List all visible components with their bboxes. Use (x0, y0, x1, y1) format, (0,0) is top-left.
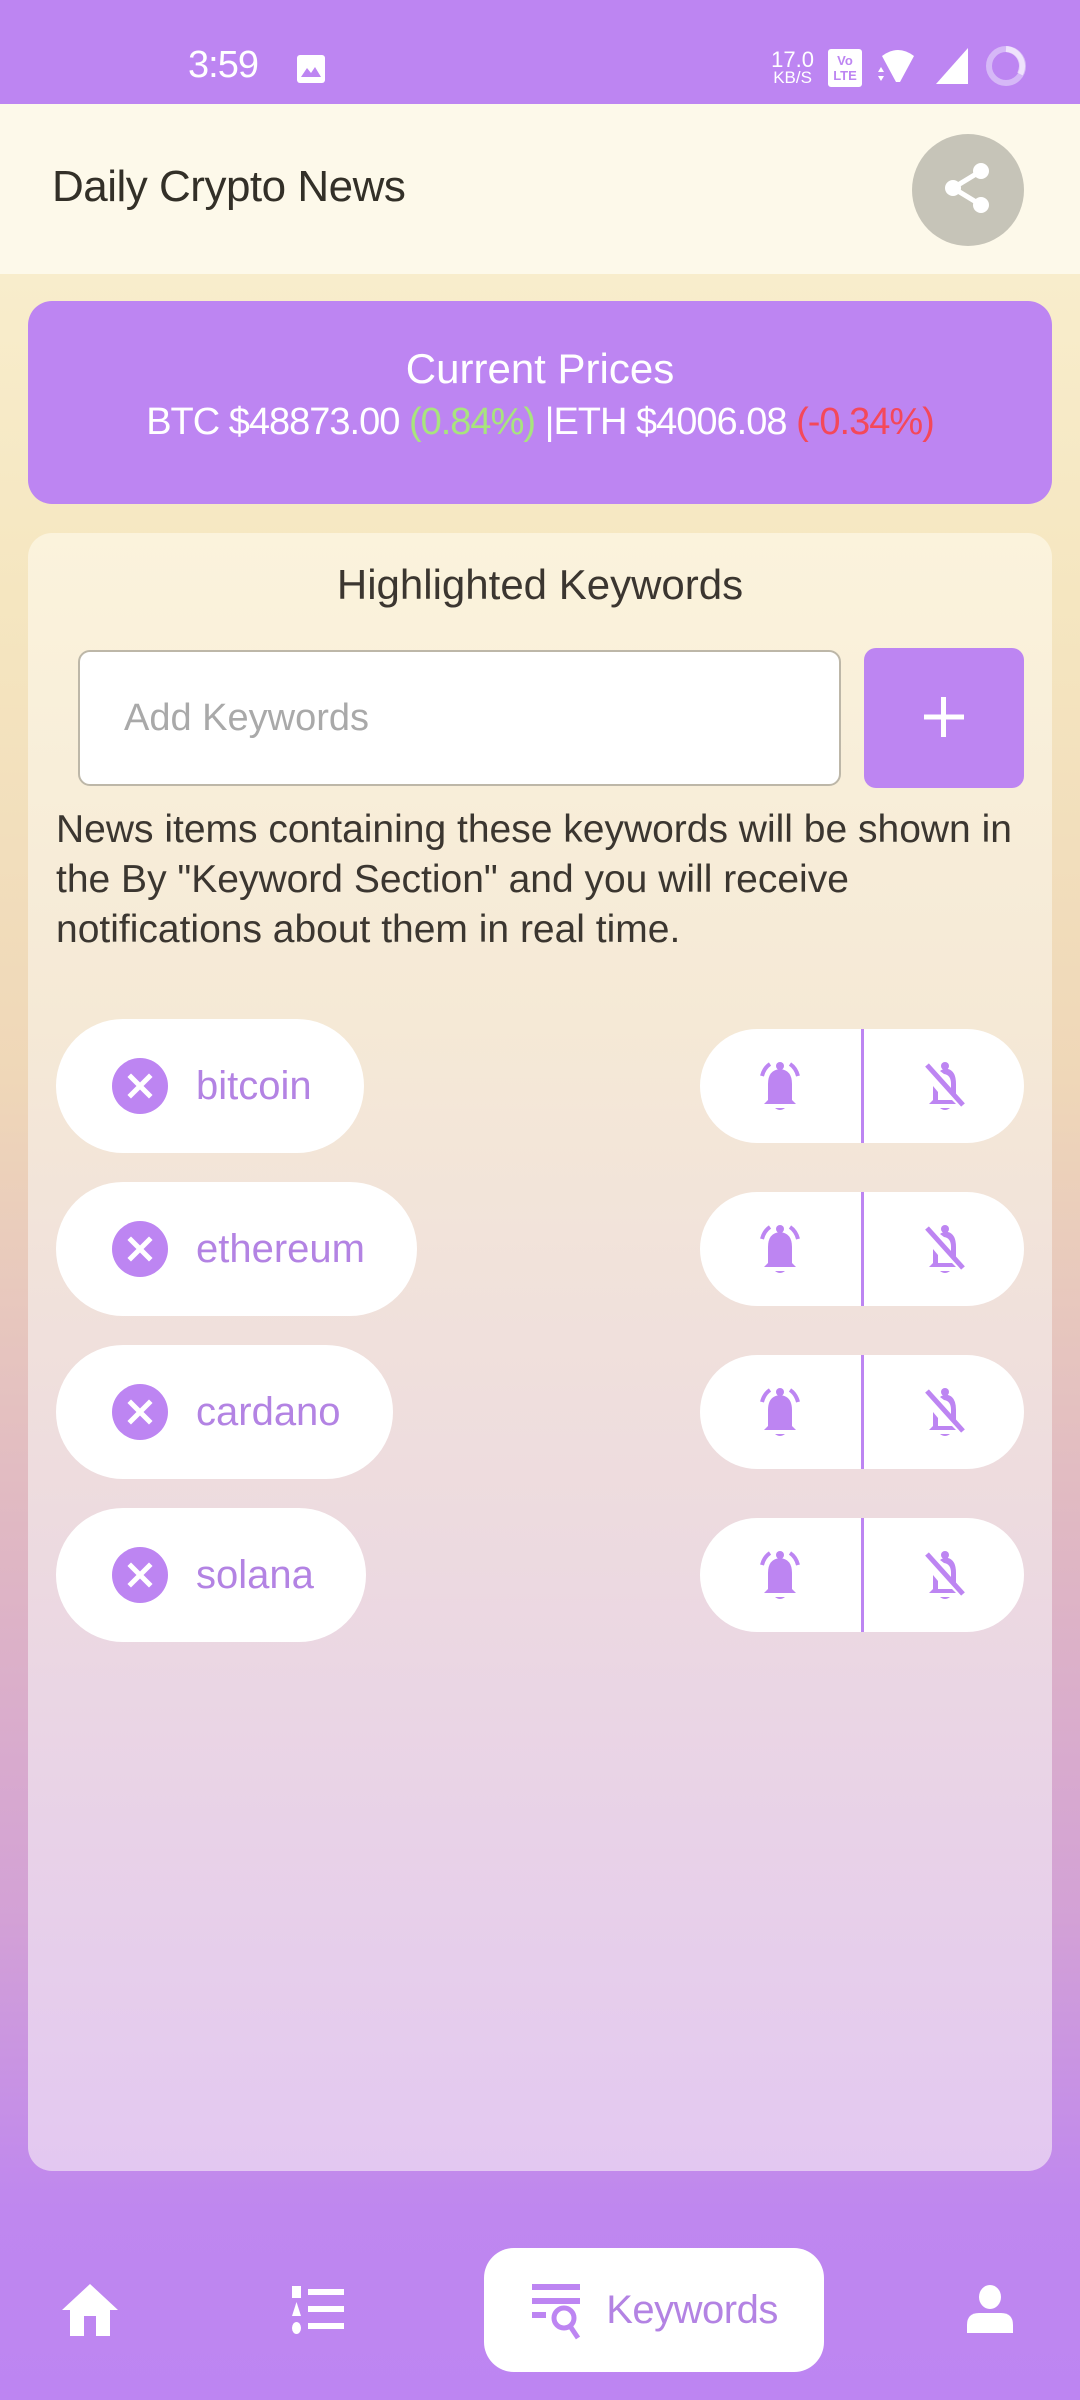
person-icon (967, 2285, 1013, 2333)
eth-change: (-0.34%) (796, 401, 935, 443)
bell-ringing-icon (760, 1388, 801, 1436)
app-header: Daily Crypto News (0, 104, 1080, 274)
btc-price: $48873.00 (228, 401, 401, 443)
notifications-off-button[interactable] (864, 1029, 1025, 1143)
btc-change: (0.84%) (408, 401, 536, 443)
bell-ringing-icon (760, 1225, 801, 1273)
notifications-on-button[interactable] (700, 1192, 861, 1306)
bell-off-icon (924, 1062, 965, 1110)
notifications-off-button[interactable] (864, 1518, 1025, 1632)
net-speed: 17.0 KB/S (771, 47, 814, 87)
volte-icon: Vo LTE (828, 49, 862, 87)
keyword-row-cardano: cardano (56, 1345, 1024, 1479)
nav-profile[interactable] (940, 2248, 1040, 2372)
close-icon (127, 1562, 153, 1588)
nav-home[interactable] (40, 2248, 140, 2372)
keywords-title: Highlighted Keywords (336, 561, 744, 608)
notification-toggle-group (700, 1518, 1024, 1632)
keyword-label: cardano (196, 1389, 341, 1434)
remove-keyword-button[interactable] (112, 1221, 168, 1277)
close-icon (127, 1399, 153, 1425)
add-keyword-input[interactable] (78, 650, 841, 786)
notifications-off-button[interactable] (864, 1192, 1025, 1306)
notification-toggle-group (700, 1192, 1024, 1306)
keyword-label: bitcoin (196, 1063, 312, 1108)
list-icon (292, 2286, 344, 2334)
notification-toggle-group (700, 1355, 1024, 1469)
net-speed-value: 17.0 (771, 47, 814, 72)
add-keyword-button[interactable] (864, 648, 1024, 788)
bell-ringing-icon (760, 1062, 801, 1110)
nav-keywords-label: Keywords (606, 2287, 778, 2332)
notifications-on-button[interactable] (700, 1518, 861, 1632)
btc-symbol: BTC (146, 401, 220, 443)
notifications-on-button[interactable] (700, 1029, 861, 1143)
status-icons: 17.0 KB/S Vo LTE (771, 44, 1028, 93)
prices-line: BTC $48873.00 (0.84%) |ETH $4006.08 (-0.… (28, 401, 1052, 444)
plus-icon (922, 695, 966, 742)
bell-off-icon (924, 1551, 965, 1599)
nav-list[interactable] (268, 2248, 368, 2372)
current-prices-card: Current Prices BTC $48873.00 (0.84%) |ET… (28, 301, 1052, 504)
notifications-off-button[interactable] (864, 1355, 1025, 1469)
prices-title: Current Prices (405, 345, 675, 392)
cell-signal-icon (934, 46, 970, 91)
close-icon (127, 1073, 153, 1099)
image-notification-icon (296, 54, 326, 84)
keyword-row-bitcoin: bitcoin (56, 1019, 1024, 1153)
bell-off-icon (924, 1388, 965, 1436)
eth-symbol: ETH (553, 401, 627, 443)
keyword-search-icon (532, 2284, 581, 2340)
share-button[interactable] (912, 134, 1024, 246)
eth-price: $4006.08 (636, 401, 787, 443)
net-speed-unit: KB/S (773, 68, 812, 87)
keyword-label: solana (196, 1552, 314, 1597)
keywords-description: News items containing these keywords wil… (56, 808, 1012, 951)
home-icon (62, 2284, 118, 2336)
bottom-navigation: Keywords (0, 2200, 1080, 2400)
remove-keyword-button[interactable] (112, 1384, 168, 1440)
status-bar: 3:59 17.0 KB/S Vo LTE (0, 0, 1080, 104)
keyword-row-solana: solana (56, 1508, 1024, 1642)
keyword-row-ethereum: ethereum (56, 1182, 1024, 1316)
bell-off-icon (924, 1225, 965, 1273)
bell-ringing-icon (760, 1551, 801, 1599)
remove-keyword-button[interactable] (112, 1547, 168, 1603)
status-time: 3:59 (188, 44, 259, 86)
close-icon (127, 1236, 153, 1262)
highlighted-keywords-card: Highlighted Keywords News items containi… (28, 533, 1052, 2171)
keyword-chip: solana (56, 1508, 366, 1642)
app-title: Daily Crypto News (52, 162, 406, 211)
remove-keyword-button[interactable] (112, 1058, 168, 1114)
keyword-label: ethereum (196, 1226, 365, 1271)
battery-ring-icon (984, 44, 1028, 93)
notification-toggle-group (700, 1029, 1024, 1143)
wifi-icon (876, 46, 920, 91)
keyword-chip: ethereum (56, 1182, 417, 1316)
share-icon (939, 159, 997, 222)
nav-keywords[interactable]: Keywords (484, 2248, 824, 2372)
keyword-chip: bitcoin (56, 1019, 364, 1153)
keyword-chip: cardano (56, 1345, 393, 1479)
notifications-on-button[interactable] (700, 1355, 861, 1469)
